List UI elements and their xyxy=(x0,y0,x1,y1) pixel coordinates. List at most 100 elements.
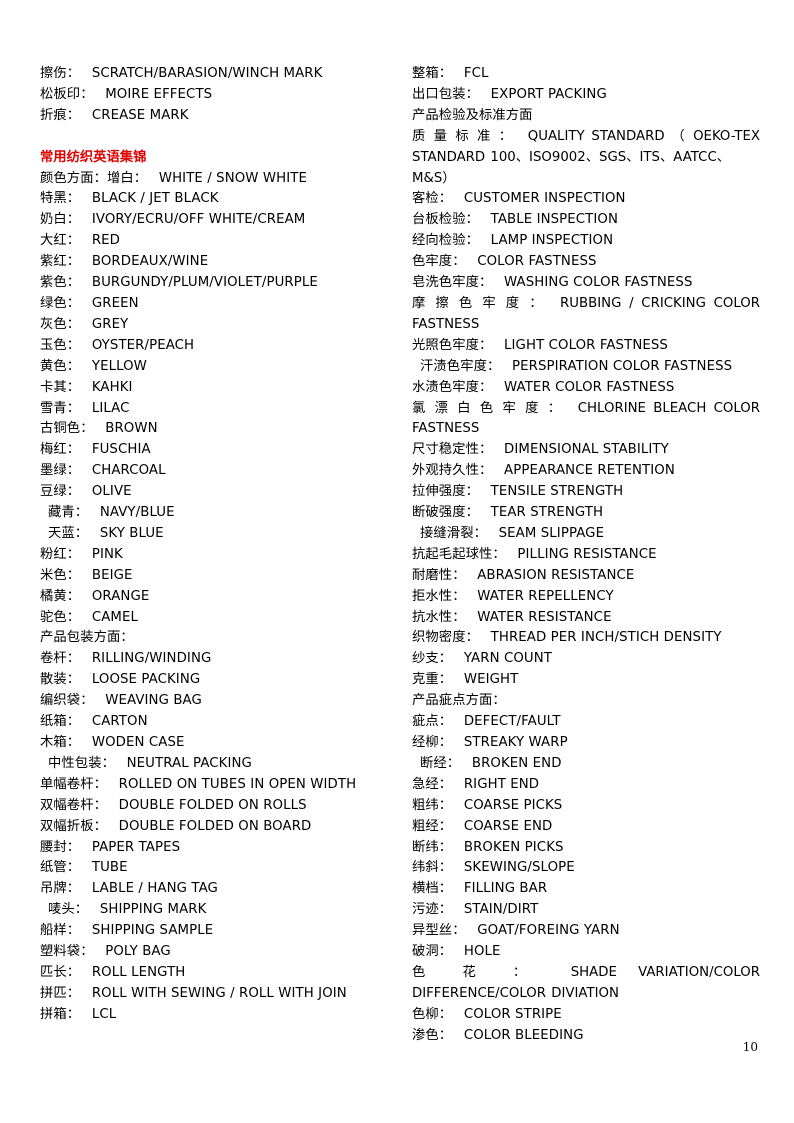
glossary-term-en: BEIGE xyxy=(91,567,133,583)
glossary-entry-continuation: STANDARD 100、ISO9002、SGS、ITS、AATCC、M&S） xyxy=(412,149,731,186)
glossary-entry: 色牢度： COLOR FASTNESS xyxy=(412,252,760,273)
glossary-term-cn: 双幅卷杆： xyxy=(40,797,107,813)
glossary-entry: 米色： BEIGE xyxy=(40,566,390,587)
glossary-term-cn: 散装： xyxy=(40,672,81,688)
glossary-entry: 驼色： CAMEL xyxy=(40,608,390,629)
glossary-term-en: CAMEL xyxy=(91,609,139,625)
glossary-term-cn: 梅红： xyxy=(40,442,81,458)
glossary-entry: 腰封： PAPER TAPES xyxy=(40,838,390,859)
glossary-term-cn: 吊牌： xyxy=(40,881,81,897)
glossary-term-cn: 擦伤： xyxy=(40,66,81,81)
glossary-term-en: LABLE / HANG TAG xyxy=(91,881,218,897)
glossary-entry: 雪青： LILAC xyxy=(40,399,390,420)
glossary-term-cn: 黄色： xyxy=(40,358,81,374)
glossary-term-cn: 橘黄： xyxy=(40,588,81,604)
glossary-term-cn: 中性包装： xyxy=(48,755,115,771)
glossary-term-en: SCRATCH/BARASION/WINCH MARK xyxy=(91,66,323,81)
glossary-term-cn: 双幅折板： xyxy=(40,818,107,834)
glossary-term-en: QUALITY STANDARD （ OEKO-TEX xyxy=(527,128,760,144)
glossary-term-cn: 产品包装方面： xyxy=(40,630,134,646)
glossary-term-en: CUSTOMER INSPECTION xyxy=(463,191,626,207)
glossary-entry: 橘黄： ORANGE xyxy=(40,587,390,608)
glossary-term-cn: 整箱： xyxy=(412,66,453,81)
glossary-term-cn: 单幅卷杆： xyxy=(40,776,107,792)
glossary-entry: 耐磨性： ABRASION RESISTANCE xyxy=(412,566,760,587)
glossary-term-cn: 拼匹： xyxy=(40,985,81,1001)
glossary-term-cn: 克重： xyxy=(412,672,453,688)
glossary-entry: 纬斜： SKEWING/SLOPE xyxy=(412,858,760,879)
glossary-term-cn: 抗水性： xyxy=(412,609,466,625)
glossary-entry: 墨绿： CHARCOAL xyxy=(40,461,390,482)
glossary-term-cn: 塑料袋： xyxy=(40,944,94,960)
glossary-term-en: STREAKY WARP xyxy=(463,735,568,750)
glossary-term-en: HOLE xyxy=(463,944,501,960)
glossary-entry: 色柳： COLOR STRIPE xyxy=(412,1005,760,1026)
glossary-term-cn: 特黑： xyxy=(40,191,81,207)
glossary-term-en: APPEARANCE RETENTION xyxy=(504,463,675,479)
glossary-term-cn: 产品疵点方面： xyxy=(412,693,506,709)
glossary-entry: 船样： SHIPPING SAMPLE xyxy=(40,921,390,942)
glossary-term-cn: 纸箱： xyxy=(40,714,81,730)
glossary-term-cn: 藏青： xyxy=(48,505,89,521)
glossary-entry: 卷杆： RILLING/WINDING xyxy=(40,649,390,670)
glossary-entry: 纱支： YARN COUNT xyxy=(412,649,760,670)
glossary-term-en: THREAD PER INCH/STICH DENSITY xyxy=(490,630,722,646)
glossary-term-en: POLY BAG xyxy=(105,944,171,960)
glossary-term-en: SEAM SLIPPAGE xyxy=(498,525,605,541)
page-number: 10 xyxy=(742,1040,758,1054)
glossary-term-cn: 奶白： xyxy=(40,212,81,228)
glossary-term-en: PAPER TAPES xyxy=(91,839,181,855)
glossary-entry: 特黑： BLACK / JET BLACK xyxy=(40,189,390,210)
glossary-term-en: KAHKI xyxy=(91,379,133,395)
glossary-term-en: ROLLED ON TUBES IN OPEN WIDTH xyxy=(118,776,357,792)
glossary-term-en: NEUTRAL PACKING xyxy=(126,755,252,771)
glossary-entry: 天蓝： SKY BLUE xyxy=(40,524,390,545)
glossary-term-cn: 色柳： xyxy=(412,1006,453,1022)
glossary-entry: 松板印： MOIRE EFFECTS xyxy=(40,85,390,106)
section-label: 产品包装方面： xyxy=(40,628,390,649)
glossary-entry: 编织袋： WEAVING BAG xyxy=(40,691,390,712)
glossary-entry: 古铜色： BROWN xyxy=(40,419,390,440)
glossary-term-cn: 古铜色： xyxy=(40,421,94,437)
glossary-term-en: BORDEAUX/WINE xyxy=(91,254,209,270)
glossary-term-en: FUSCHIA xyxy=(91,442,151,458)
glossary-entry: 单幅卷杆： ROLLED ON TUBES IN OPEN WIDTH xyxy=(40,775,390,796)
glossary-term-cn: 纱支： xyxy=(412,651,453,667)
glossary-term-en: FCL xyxy=(463,66,489,81)
glossary-entry: 塑料袋： POLY BAG xyxy=(40,942,390,963)
glossary-term-cn: 玉色： xyxy=(40,337,81,353)
glossary-entry: 经向检验： LAMP INSPECTION xyxy=(412,231,760,252)
glossary-term-en: LCL xyxy=(91,1006,117,1022)
glossary-term-en: WATER COLOR FASTNESS xyxy=(504,379,675,395)
glossary-term-cn: 摩 擦 色 牢 度 ： xyxy=(412,295,546,311)
glossary-term-cn: 松板印： xyxy=(40,86,94,102)
glossary-term-en: GREY xyxy=(91,316,129,332)
glossary-term-en: PILLING RESISTANCE xyxy=(517,546,657,562)
glossary-term-cn: 色 花 ： xyxy=(412,964,543,980)
glossary-term-cn: 断纬： xyxy=(412,839,453,855)
glossary-entry: 抗水性： WATER RESISTANCE xyxy=(412,608,760,629)
glossary-term-en: COARSE END xyxy=(463,818,553,834)
glossary-entry-continuation: FASTNESS xyxy=(412,316,480,332)
glossary-term-cn: 台板检验： xyxy=(412,212,479,228)
glossary-term-en: SHIPPING MARK xyxy=(99,902,207,918)
glossary-term-en: CHARCOAL xyxy=(91,463,166,479)
glossary-entry: 双幅折板： DOUBLE FOLDED ON BOARD xyxy=(40,817,390,838)
glossary-term-cn: 破洞： xyxy=(412,944,453,960)
glossary-entry: 豆绿： OLIVE xyxy=(40,482,390,503)
glossary-entry: 皂洗色牢度： WASHING COLOR FASTNESS xyxy=(412,273,760,294)
glossary-term-cn: 船样： xyxy=(40,923,81,939)
glossary-entry: 尺寸稳定性： DIMENSIONAL STABILITY xyxy=(412,440,760,461)
glossary-term-en: WASHING COLOR FASTNESS xyxy=(504,275,693,291)
glossary-term-en: RED xyxy=(91,233,121,249)
glossary-term-cn: 编织袋： xyxy=(40,693,94,709)
glossary-term-en: WEIGHT xyxy=(463,672,519,688)
glossary-term-en: MOIRE EFFECTS xyxy=(105,86,213,102)
glossary-entry: 接缝滑裂： SEAM SLIPPAGE xyxy=(412,524,760,545)
glossary-entry: 渗色： COLOR BLEEDING xyxy=(412,1026,760,1047)
glossary-entry: 颜色方面：增白： WHITE / SNOW WHITE xyxy=(40,169,390,190)
glossary-entry: 大红： RED xyxy=(40,231,390,252)
section-label: 产品疵点方面： xyxy=(412,691,760,712)
glossary-entry: 奶白： IVORY/ECRU/OFF WHITE/CREAM xyxy=(40,210,390,231)
